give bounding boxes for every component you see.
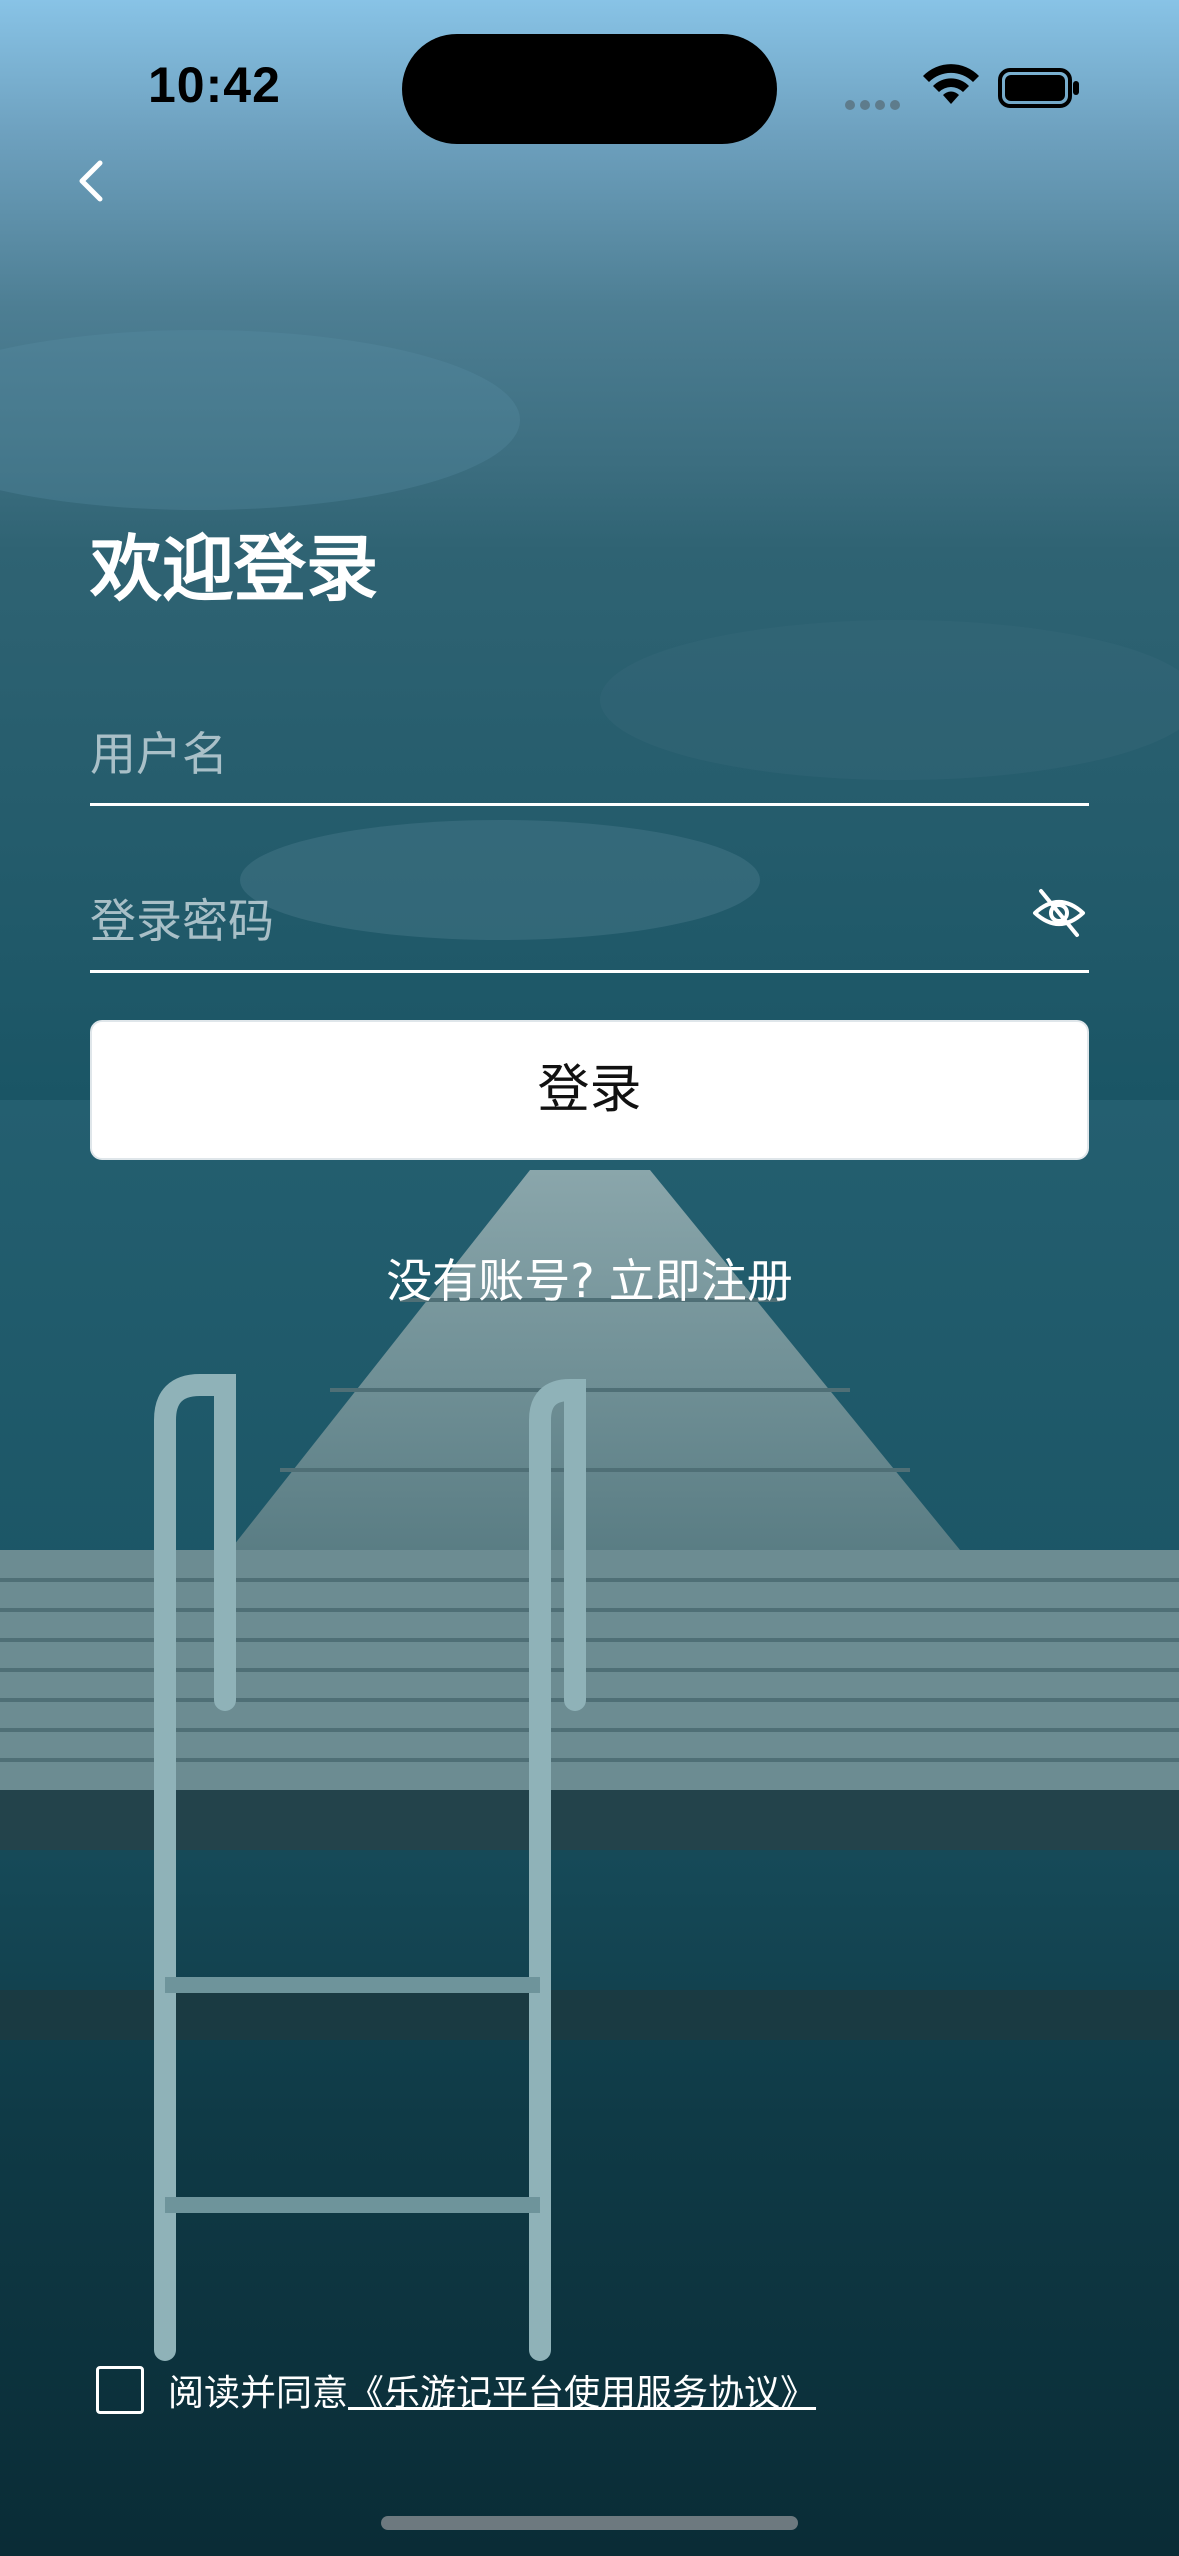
home-indicator xyxy=(381,2516,798,2530)
agreement-row: 阅读并同意 《乐游记平台使用服务协议》 xyxy=(96,2364,816,2416)
back-button[interactable] xyxy=(60,145,130,215)
chevron-left-icon xyxy=(79,160,103,202)
register-link[interactable]: 立即注册 xyxy=(609,1254,793,1308)
username-input[interactable] xyxy=(90,676,1089,803)
battery-icon xyxy=(998,68,1080,112)
page-title: 欢迎登录 xyxy=(90,527,379,611)
eye-off-icon xyxy=(1033,889,1085,937)
agreement-checkbox[interactable] xyxy=(96,2366,144,2414)
no-account-text: 没有账号? xyxy=(386,1254,595,1308)
cellular-signal-icon xyxy=(845,95,905,114)
username-field xyxy=(90,676,1089,806)
agreement-prefix: 阅读并同意 xyxy=(168,2373,349,2414)
status-time: 10:42 xyxy=(148,57,281,113)
password-field xyxy=(90,843,1089,973)
password-visibility-toggle[interactable] xyxy=(1029,883,1089,943)
wifi-icon xyxy=(923,64,979,110)
service-agreement-link[interactable]: 《乐游记平台使用服务协议》 xyxy=(348,2364,816,2416)
dynamic-island xyxy=(402,34,777,144)
register-prompt: 没有账号? 立即注册 xyxy=(0,1245,1179,1311)
password-input[interactable] xyxy=(90,843,1089,970)
login-button[interactable]: 登录 xyxy=(90,1020,1089,1160)
